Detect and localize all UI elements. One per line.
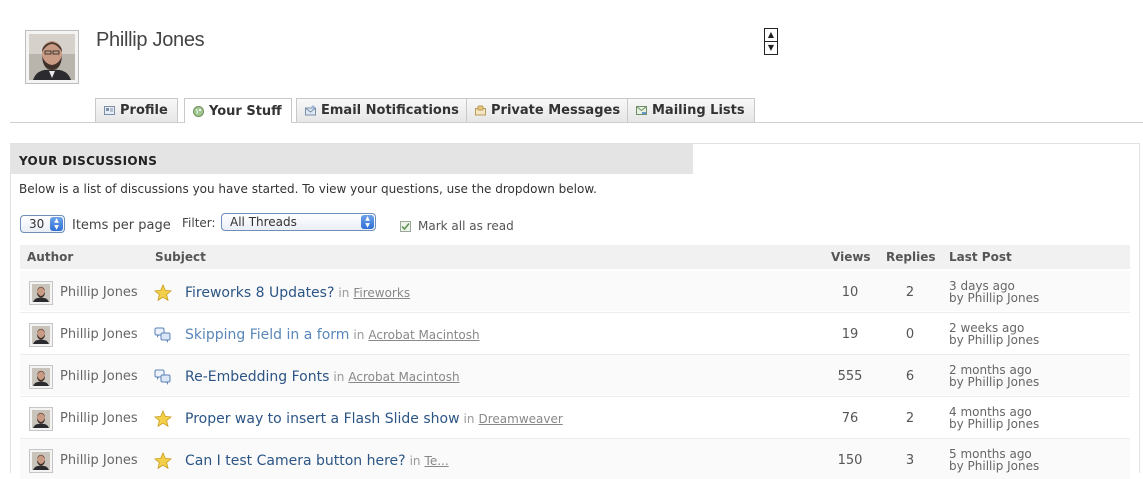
in-label: in xyxy=(353,328,365,342)
column-header-subject[interactable]: Subject xyxy=(155,250,206,264)
person-photo-icon xyxy=(32,326,50,344)
private-message-icon xyxy=(475,105,486,116)
author-avatar[interactable] xyxy=(29,449,53,473)
replies-count: 2 xyxy=(905,411,915,426)
author-link[interactable]: Phillip Jones xyxy=(60,453,138,468)
last-post: 2 weeks ago by Phillip Jones xyxy=(949,322,1039,346)
views-count: 10 xyxy=(841,285,859,300)
in-label: in xyxy=(409,454,421,468)
replies-count: 6 xyxy=(905,369,915,384)
last-post-author[interactable]: by Phillip Jones xyxy=(949,460,1039,472)
tab-email-notifications[interactable]: Email Notifications xyxy=(296,98,469,122)
in-label: in xyxy=(333,370,345,384)
section-description: Below is a list of discussions you have … xyxy=(19,182,597,196)
column-header-author[interactable]: Author xyxy=(27,250,73,264)
views-count: 76 xyxy=(841,411,859,426)
arrow-down-icon[interactable]: ▼ xyxy=(765,41,777,54)
filter-label: Filter: xyxy=(182,216,216,230)
person-photo-icon xyxy=(29,34,75,80)
column-header-replies[interactable]: Replies xyxy=(886,250,935,264)
column-header-last-post[interactable]: Last Post xyxy=(949,250,1012,264)
tab-your-stuff[interactable]: Your Stuff xyxy=(184,98,292,123)
profile-avatar xyxy=(25,30,79,84)
forum-category-link[interactable]: Fireworks xyxy=(353,286,410,300)
tab-profile[interactable]: Profile xyxy=(95,98,178,122)
mailing-list-icon xyxy=(636,106,647,115)
mark-all-read-label: Mark all as read xyxy=(418,219,514,233)
star-icon xyxy=(154,452,172,470)
thread-subject-link[interactable]: Fireworks 8 Updates? xyxy=(185,285,334,301)
forum-category-link[interactable]: Te... xyxy=(425,454,449,468)
last-post-author[interactable]: by Phillip Jones xyxy=(949,334,1039,346)
column-header-views[interactable]: Views xyxy=(831,250,871,264)
author-link[interactable]: Phillip Jones xyxy=(60,369,138,384)
row-divider xyxy=(20,396,1130,397)
tab-private-messages[interactable]: Private Messages xyxy=(466,98,631,122)
profile-name: Phillip Jones xyxy=(96,29,205,51)
person-photo-icon xyxy=(32,368,50,386)
filter-select[interactable]: All Threads ▲ ▼ xyxy=(221,213,376,231)
profile-card-icon xyxy=(104,106,115,115)
row-divider xyxy=(20,312,1130,313)
scroll-stepper[interactable]: ▲ ▼ xyxy=(764,28,778,55)
items-per-page-value: 30 xyxy=(29,217,45,231)
tab-mailing-lists[interactable]: Mailing Lists xyxy=(627,98,755,122)
arrow-up-icon[interactable]: ▲ xyxy=(765,29,777,41)
email-icon xyxy=(305,105,316,116)
author-link[interactable]: Phillip Jones xyxy=(60,411,138,426)
last-post: 3 days ago by Phillip Jones xyxy=(949,280,1039,304)
tab-label: Profile xyxy=(120,103,168,118)
author-avatar[interactable] xyxy=(29,323,53,347)
author-avatar[interactable] xyxy=(29,365,53,389)
tab-label: Email Notifications xyxy=(321,103,459,118)
select-arrows-icon: ▲ ▼ xyxy=(50,217,63,231)
discussion-icon xyxy=(154,369,171,385)
last-post-author[interactable]: by Phillip Jones xyxy=(949,376,1039,388)
tab-label: Mailing Lists xyxy=(652,103,745,118)
views-count: 555 xyxy=(837,369,863,384)
row-divider xyxy=(20,438,1130,439)
person-photo-icon xyxy=(32,410,50,428)
thread-subject-link[interactable]: Can I test Camera button here? xyxy=(185,453,406,469)
last-post-author[interactable]: by Phillip Jones xyxy=(949,418,1039,430)
thread-subject-link[interactable]: Proper way to insert a Flash Slide show xyxy=(185,411,460,427)
person-photo-icon xyxy=(32,452,50,470)
in-label: in xyxy=(463,412,475,426)
items-per-page-label: Items per page xyxy=(72,218,171,233)
section-title: YOUR DISCUSSIONS xyxy=(19,154,158,168)
last-post: 5 months ago by Phillip Jones xyxy=(949,448,1039,472)
star-icon xyxy=(154,410,172,428)
views-count: 19 xyxy=(841,327,859,342)
tab-baseline xyxy=(10,122,1143,123)
replies-count: 0 xyxy=(905,327,915,342)
author-avatar[interactable] xyxy=(29,407,53,431)
row-divider xyxy=(20,354,1130,355)
filter-value: All Threads xyxy=(230,215,297,229)
discussion-icon xyxy=(154,327,171,343)
thread-subject-link[interactable]: Skipping Field in a form xyxy=(185,327,349,343)
select-arrows-icon: ▲ ▼ xyxy=(361,215,374,229)
checkmark-icon xyxy=(400,220,411,232)
forum-category-link[interactable]: Dreamweaver xyxy=(478,412,562,426)
tab-label: Your Stuff xyxy=(209,103,282,119)
last-post-author[interactable]: by Phillip Jones xyxy=(949,292,1039,304)
author-link[interactable]: Phillip Jones xyxy=(60,327,138,342)
forum-category-link[interactable]: Acrobat Macintosh xyxy=(368,328,479,342)
person-photo-icon xyxy=(32,284,50,302)
in-label: in xyxy=(338,286,350,300)
thread-subject-link[interactable]: Re-Embedding Fonts xyxy=(185,369,329,385)
author-avatar[interactable] xyxy=(29,281,53,305)
star-icon xyxy=(154,284,172,302)
replies-count: 3 xyxy=(905,453,915,468)
tab-label: Private Messages xyxy=(491,103,621,118)
last-post: 4 months ago by Phillip Jones xyxy=(949,406,1039,430)
views-count: 150 xyxy=(837,453,863,468)
last-post: 2 months ago by Phillip Jones xyxy=(949,364,1039,388)
mark-all-read-link[interactable]: Mark all as read xyxy=(400,219,514,233)
author-link[interactable]: Phillip Jones xyxy=(60,285,138,300)
replies-count: 2 xyxy=(905,285,915,300)
forum-category-link[interactable]: Acrobat Macintosh xyxy=(348,370,459,384)
globe-icon xyxy=(193,105,204,117)
items-per-page-select[interactable]: 30 ▲ ▼ xyxy=(20,215,65,233)
